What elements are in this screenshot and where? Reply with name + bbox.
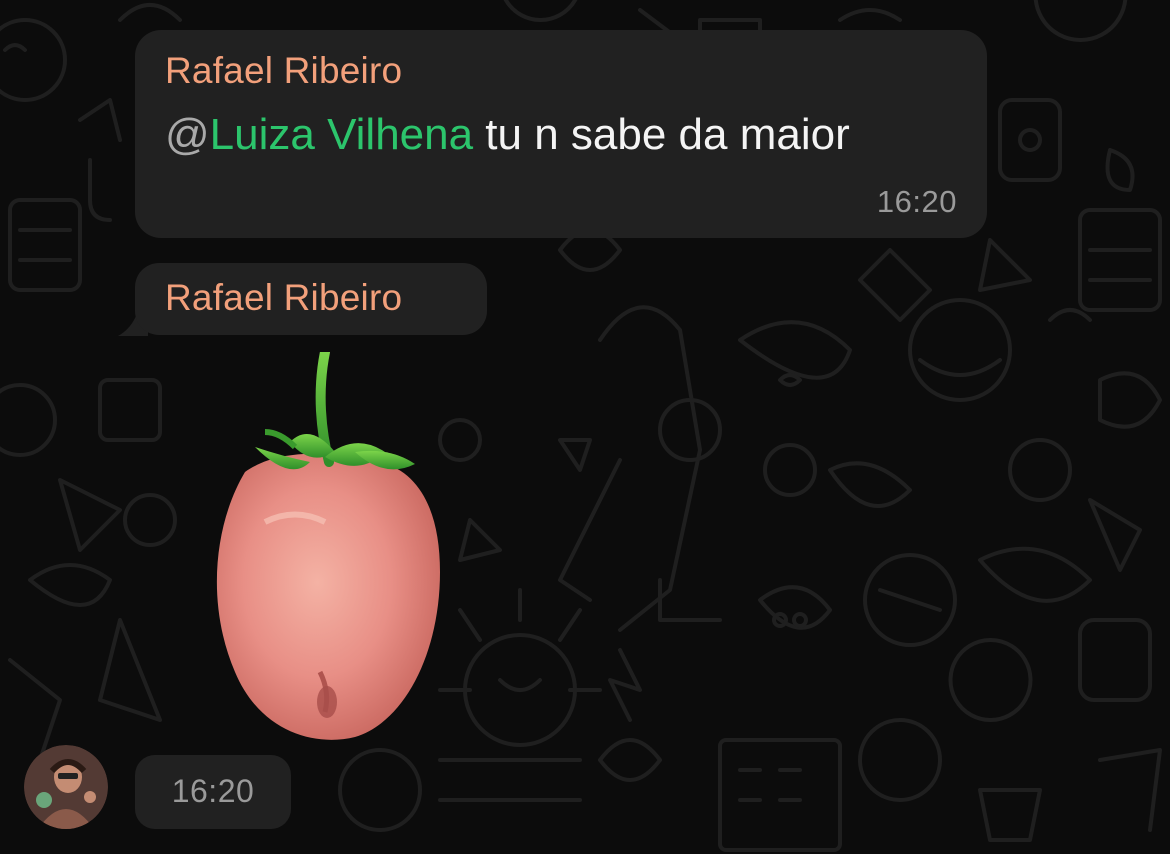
chat-view: Rafael Ribeiro @Luiza Vilhena tu n sabe … <box>0 0 1170 854</box>
sender-name[interactable]: Rafael Ribeiro <box>165 50 402 92</box>
mention-at-sign: @ <box>165 110 210 159</box>
message-text: @Luiza Vilhena tu n sabe da maior <box>165 110 850 160</box>
sticker-timestamp-pill: 16:20 <box>135 755 291 829</box>
sender-name[interactable]: Rafael Ribeiro <box>165 277 402 319</box>
strawberry-tongue-sticker[interactable] <box>205 352 450 747</box>
sticker-sender-bubble[interactable]: Rafael Ribeiro <box>135 263 487 335</box>
user-avatar[interactable] <box>24 745 108 829</box>
message-body: tu n sabe da maior <box>473 110 850 159</box>
mention-link[interactable]: Luiza Vilhena <box>210 110 473 159</box>
message-timestamp: 16:20 <box>171 773 255 809</box>
message-bubble[interactable]: Rafael Ribeiro @Luiza Vilhena tu n sabe … <box>135 30 987 238</box>
message-timestamp: 16:20 <box>876 184 957 219</box>
